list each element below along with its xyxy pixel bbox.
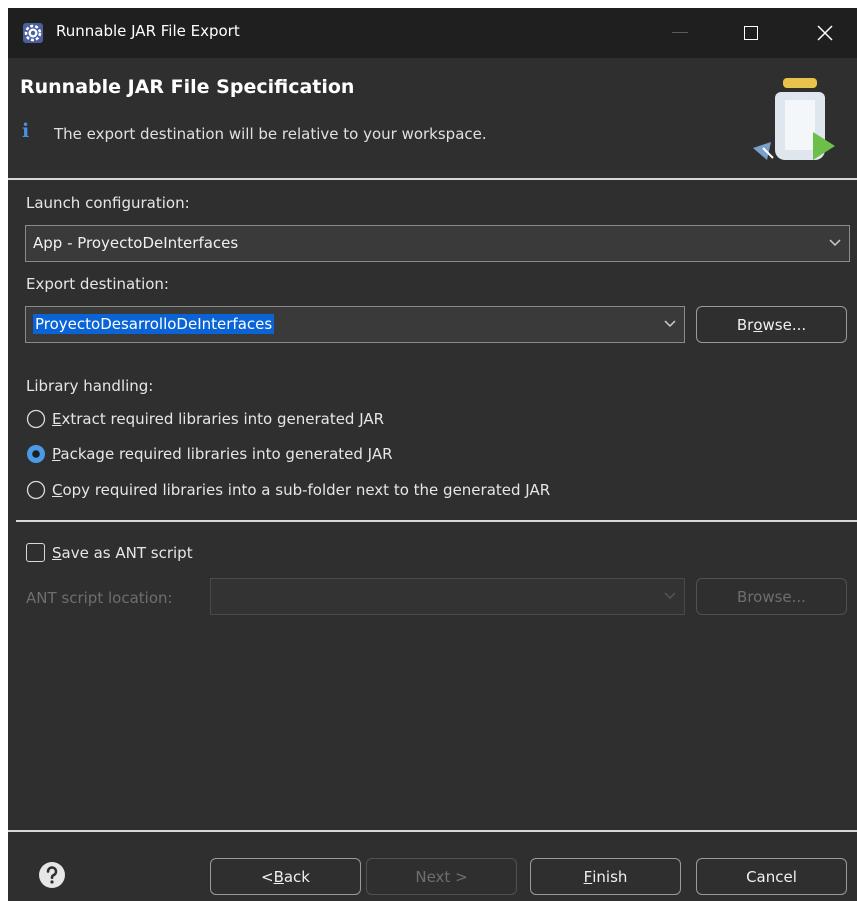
back-button[interactable]: < Back xyxy=(210,858,361,895)
info-icon: i xyxy=(22,120,30,142)
ant-location-input[interactable] xyxy=(210,578,685,615)
window-title: Runnable JAR File Export xyxy=(56,22,240,40)
finish-button[interactable]: Finish xyxy=(530,858,681,895)
launch-config-select[interactable]: App - ProyectoDeInterfaces xyxy=(25,225,850,262)
save-ant-script-label[interactable]: Save as ANT script xyxy=(52,544,193,562)
eclipse-gear-icon xyxy=(23,23,43,43)
chevron-down-icon xyxy=(664,592,676,600)
radio-extract[interactable] xyxy=(26,409,46,429)
export-dialog: Runnable JAR File Export Runnable JAR Fi… xyxy=(8,8,857,901)
ant-browse-button[interactable]: Browse... xyxy=(696,578,847,615)
radio-copy[interactable] xyxy=(26,480,46,500)
next-button[interactable]: Next > xyxy=(366,858,517,895)
radio-package-label[interactable]: Package required libraries into generate… xyxy=(52,445,393,463)
section-separator xyxy=(16,520,857,522)
export-destination-label: Export destination: xyxy=(26,275,169,293)
banner-message: The export destination will be relative … xyxy=(54,125,487,143)
radio-package[interactable] xyxy=(26,444,46,464)
radio-extract-label[interactable]: Extract required libraries into generate… xyxy=(52,410,384,428)
jar-export-icon xyxy=(753,78,835,160)
ant-location-label: ANT script location: xyxy=(26,589,173,607)
minimize-button[interactable] xyxy=(672,32,688,33)
header-separator xyxy=(8,178,857,180)
close-icon[interactable] xyxy=(814,22,836,44)
chevron-down-icon[interactable] xyxy=(664,317,676,329)
cancel-button[interactable]: Cancel xyxy=(696,858,847,895)
launch-config-label: Launch configuration: xyxy=(26,194,190,212)
help-icon[interactable] xyxy=(38,861,66,889)
browse-button[interactable]: Br o wse... xyxy=(696,306,847,343)
export-destination-value: ProyectoDesarrolloDeInterfaces xyxy=(33,314,275,334)
export-destination-input[interactable]: ProyectoDesarrolloDeInterfaces xyxy=(25,306,685,343)
launch-config-value: App - ProyectoDeInterfaces xyxy=(33,234,239,252)
chevron-down-icon xyxy=(829,239,841,247)
radio-copy-label[interactable]: Copy required libraries into a sub-folde… xyxy=(52,481,550,499)
maximize-button[interactable] xyxy=(744,26,758,40)
title-bar: Runnable JAR File Export xyxy=(8,8,857,58)
library-handling-label: Library handling: xyxy=(26,377,154,395)
save-ant-script-checkbox[interactable] xyxy=(26,543,45,562)
header-banner: Runnable JAR File Specification i The ex… xyxy=(8,58,857,177)
footer-separator xyxy=(8,830,857,832)
page-title: Runnable JAR File Specification xyxy=(20,76,355,98)
